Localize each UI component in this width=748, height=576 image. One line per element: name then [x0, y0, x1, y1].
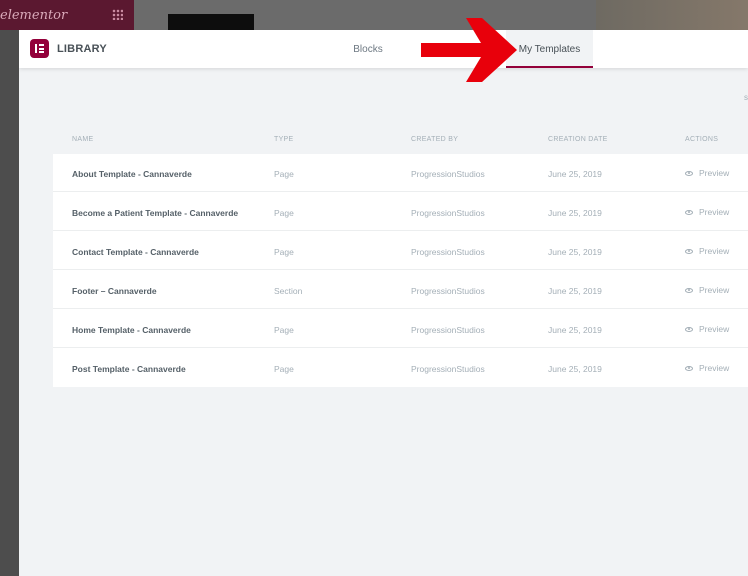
template-author: ProgressionStudios: [411, 325, 485, 335]
column-header-created-by: CREATED BY: [411, 136, 459, 143]
active-tab-indicator: [506, 66, 593, 68]
tab-my-templates[interactable]: My Templates: [506, 30, 593, 68]
eye-icon: [685, 326, 693, 332]
template-date: June 25, 2019: [548, 364, 602, 374]
preview-label: Preview: [699, 246, 730, 256]
preview-button[interactable]: Preview: [685, 322, 729, 336]
red-arrow-icon: [421, 18, 517, 82]
widgets-grid-icon[interactable]: [112, 9, 123, 20]
library-header: LIBRARY Blocks My Templates: [19, 30, 748, 68]
preview-label: Preview: [699, 324, 730, 334]
column-header-actions: ACTIONS: [685, 136, 719, 143]
eye-icon: [685, 170, 693, 176]
preview-button[interactable]: Preview: [685, 244, 729, 258]
template-name: Footer – Cannaverde: [72, 286, 157, 296]
eye-icon: [685, 209, 693, 215]
template-type: Page: [274, 247, 294, 257]
preview-button[interactable]: Preview: [685, 205, 729, 219]
tab-blocks-label: Blocks: [353, 43, 383, 55]
eye-icon: [685, 287, 693, 293]
template-name: Home Template - Cannaverde: [72, 325, 191, 335]
template-author: ProgressionStudios: [411, 208, 485, 218]
template-name: About Template - Cannaverde: [72, 169, 192, 179]
table-row[interactable]: Footer – Cannaverde Section ProgressionS…: [53, 271, 748, 309]
template-name: Contact Template - Cannaverde: [72, 247, 199, 257]
template-date: June 25, 2019: [548, 208, 602, 218]
template-type: Section: [274, 286, 303, 296]
template-type: Page: [274, 325, 294, 335]
template-date: June 25, 2019: [548, 286, 602, 296]
preview-label: Preview: [699, 363, 730, 373]
sync-link[interactable]: s: [744, 93, 748, 102]
template-type: Page: [274, 208, 294, 218]
template-date: June 25, 2019: [548, 247, 602, 257]
column-header-name: NAME: [72, 136, 94, 143]
template-author: ProgressionStudios: [411, 286, 485, 296]
template-name: Post Template - Cannaverde: [72, 364, 186, 374]
table-row[interactable]: About Template - Cannaverde Page Progres…: [53, 154, 748, 192]
template-date: June 25, 2019: [548, 325, 602, 335]
template-type: Page: [274, 364, 294, 374]
preview-button[interactable]: Preview: [685, 283, 729, 297]
template-date: June 25, 2019: [548, 169, 602, 179]
table-row[interactable]: Post Template - Cannaverde Page Progress…: [53, 349, 748, 387]
canvas-image: [596, 0, 748, 30]
template-type: Page: [274, 169, 294, 179]
preview-button[interactable]: Preview: [685, 361, 729, 375]
editor-panel-header: elementor: [0, 0, 134, 30]
templates-table: About Template - Cannaverde Page Progres…: [53, 154, 748, 387]
library-modal: LIBRARY Blocks My Templates s NAME TYPE …: [19, 30, 748, 576]
elementor-brand-text: elementor: [0, 8, 68, 23]
template-author: ProgressionStudios: [411, 169, 485, 179]
template-author: ProgressionStudios: [411, 247, 485, 257]
table-row[interactable]: Home Template - Cannaverde Page Progress…: [53, 310, 748, 348]
tab-my-templates-label: My Templates: [518, 43, 581, 55]
table-row[interactable]: Become a Patient Template - Cannaverde P…: [53, 193, 748, 231]
template-name: Become a Patient Template - Cannaverde: [72, 208, 239, 218]
column-header-type: TYPE: [274, 136, 294, 143]
preview-label: Preview: [699, 285, 730, 295]
template-author: ProgressionStudios: [411, 364, 485, 374]
preview-label: Preview: [699, 207, 730, 217]
eye-icon: [685, 248, 693, 254]
column-header-creation-date: CREATION DATE: [548, 136, 608, 143]
preview-button[interactable]: Preview: [685, 166, 729, 180]
canvas-dark-block: [168, 14, 254, 30]
eye-icon: [685, 365, 693, 371]
tab-blocks[interactable]: Blocks: [346, 30, 390, 68]
preview-label: Preview: [699, 168, 730, 178]
table-row[interactable]: Contact Template - Cannaverde Page Progr…: [53, 232, 748, 270]
elementor-logo-icon: [30, 39, 49, 58]
library-title: LIBRARY: [57, 43, 107, 55]
